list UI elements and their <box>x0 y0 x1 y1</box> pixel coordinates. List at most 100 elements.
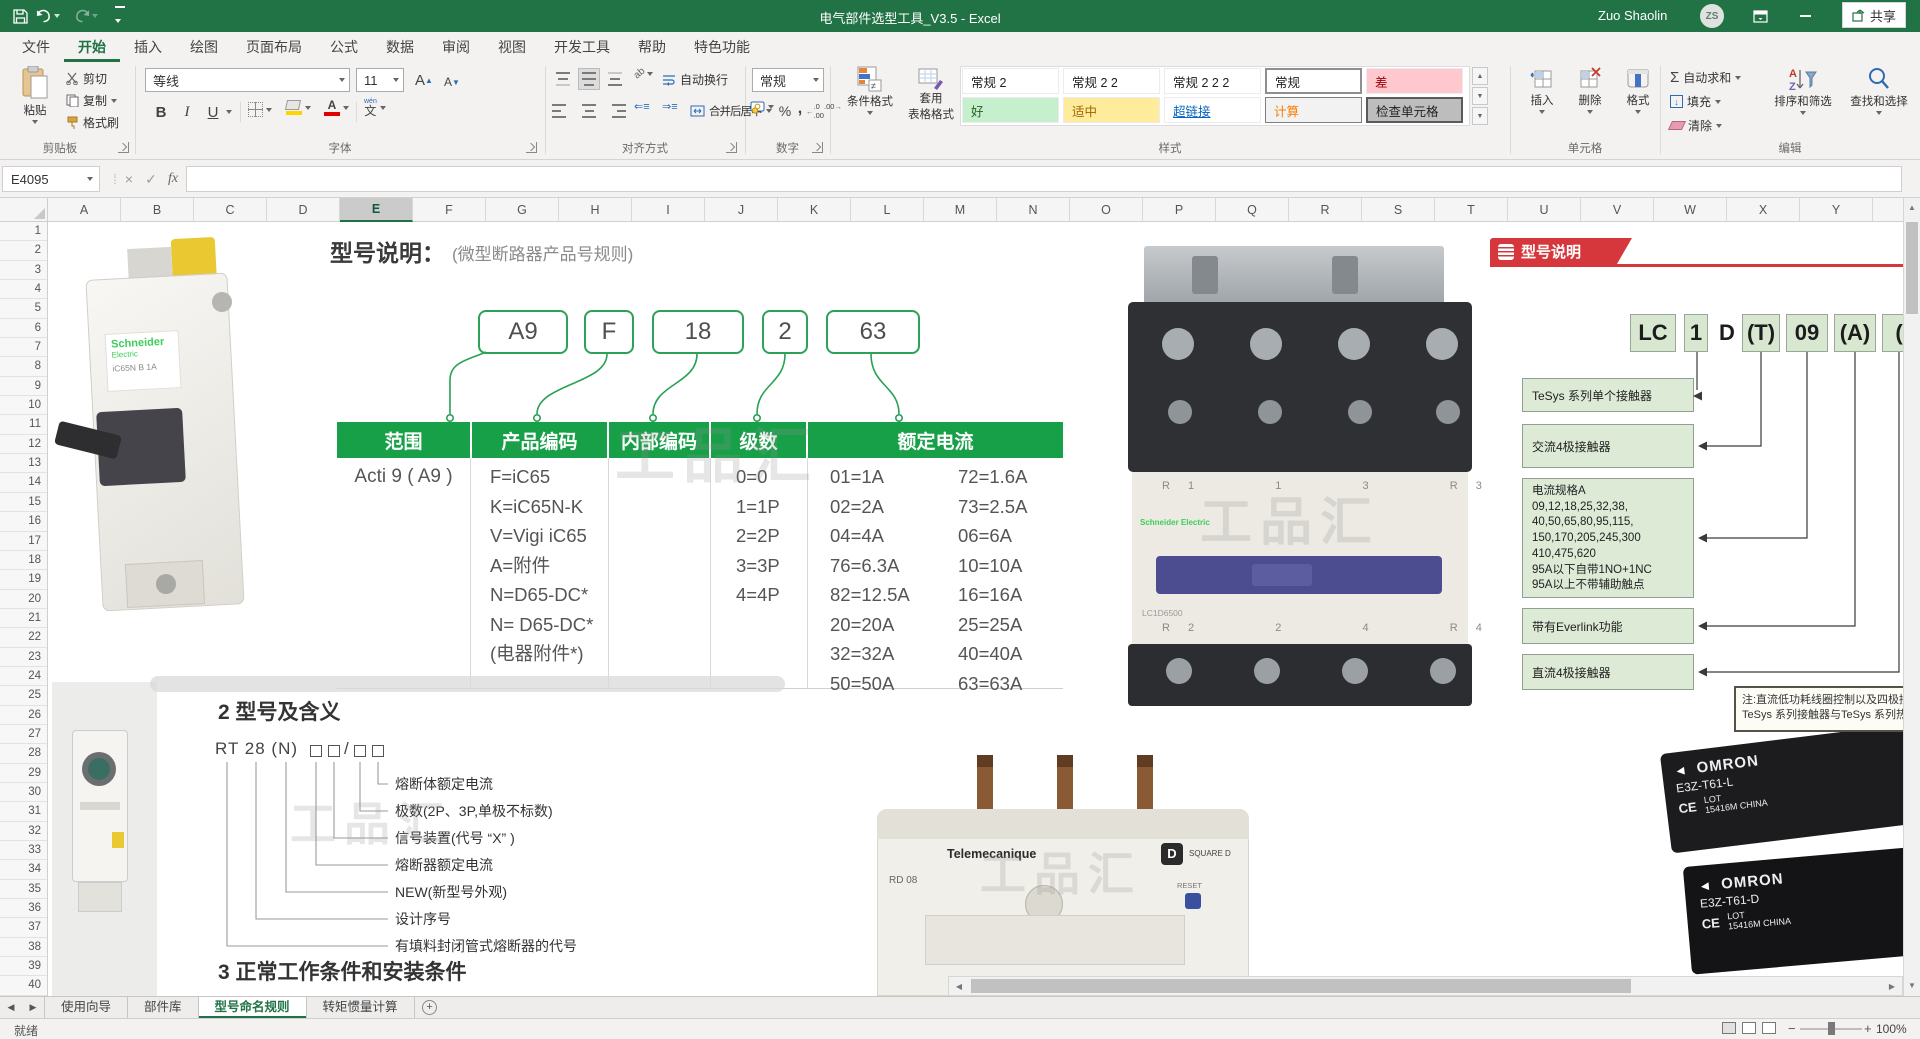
align-right-button[interactable] <box>604 100 626 122</box>
row-header[interactable]: 7 <box>0 338 47 357</box>
cut-button[interactable]: 剪切 <box>66 70 107 87</box>
cell-style-normal2[interactable]: 常规 2 <box>962 68 1059 94</box>
column-header[interactable]: A <box>48 198 121 222</box>
sheet-tab[interactable]: 型号命名规则 <box>199 997 307 1018</box>
row-header[interactable]: 40 <box>0 976 47 995</box>
alignment-dialog-launcher[interactable] <box>726 142 737 153</box>
normal-view-icon[interactable] <box>1722 1022 1736 1034</box>
select-all-corner[interactable] <box>0 198 48 222</box>
column-header[interactable]: C <box>194 198 267 222</box>
sheet-tab[interactable]: 使用向导 <box>45 997 128 1018</box>
row-header[interactable]: 33 <box>0 841 47 860</box>
formula-input[interactable] <box>186 166 1902 192</box>
scroll-left-icon[interactable]: ◀ <box>949 977 969 995</box>
decrease-indent-button[interactable]: ⇐≡ <box>634 100 650 113</box>
cell-style-normal22[interactable]: 常规 2 2 <box>1063 68 1160 94</box>
row-header[interactable]: 8 <box>0 357 47 376</box>
number-dialog-launcher[interactable] <box>812 142 823 153</box>
row-header[interactable]: 9 <box>0 377 47 396</box>
row-header[interactable]: 35 <box>0 880 47 899</box>
row-header[interactable]: 24 <box>0 667 47 686</box>
scroll-right-icon[interactable]: ▶ <box>1882 977 1902 995</box>
zoom-out-button[interactable]: − <box>1788 1021 1796 1036</box>
zoom-in-button[interactable]: + <box>1864 1021 1872 1036</box>
name-box[interactable]: E4095 <box>2 166 100 192</box>
font-family-select[interactable]: 等线 <box>145 68 350 92</box>
paste-button[interactable]: 粘贴 <box>10 66 60 124</box>
column-header[interactable]: Z <box>1873 198 1903 222</box>
row-header[interactable]: 30 <box>0 783 47 802</box>
row-header[interactable]: 32 <box>0 822 47 841</box>
row-header[interactable]: 38 <box>0 938 47 957</box>
cell-style-normal[interactable]: 常规 <box>1265 68 1362 94</box>
column-header[interactable]: U <box>1508 198 1581 222</box>
column-header[interactable]: L <box>851 198 924 222</box>
borders-button[interactable] <box>248 102 272 117</box>
cell-style-neutral[interactable]: 适中 <box>1063 97 1160 123</box>
vertical-scrollbar[interactable]: ▲ ▼ <box>1903 198 1920 996</box>
vertical-scroll-thumb[interactable] <box>1906 222 1918 314</box>
customize-toolbar-icon[interactable] <box>108 5 132 27</box>
sheet-nav-right-icon[interactable]: ▶ <box>22 997 44 1018</box>
row-header[interactable]: 31 <box>0 802 47 821</box>
increase-indent-button[interactable]: ⇒≡ <box>662 100 678 113</box>
column-header[interactable]: F <box>413 198 486 222</box>
phonetic-guide-button[interactable]: wén文 <box>364 98 386 118</box>
minimize-button[interactable] <box>1783 0 1828 32</box>
copy-button[interactable]: 复制 <box>66 92 117 109</box>
gallery-scroll-down[interactable]: ▼ <box>1472 87 1488 105</box>
accounting-format-button[interactable] <box>750 100 774 114</box>
row-header[interactable]: 19 <box>0 570 47 589</box>
row-header[interactable]: 28 <box>0 744 47 763</box>
cell-style-checkcell[interactable]: 检查单元格 <box>1366 97 1463 123</box>
cell-style-good[interactable]: 好 <box>962 97 1059 123</box>
cell-style-calculation[interactable]: 计算 <box>1265 97 1362 123</box>
ribbon-tab[interactable]: 开发工具 <box>540 32 624 62</box>
row-header[interactable]: 12 <box>0 435 47 454</box>
delete-cells-button[interactable]: 删除 <box>1568 66 1612 114</box>
column-header[interactable]: H <box>559 198 632 222</box>
row-header[interactable]: 22 <box>0 628 47 647</box>
row-header[interactable]: 21 <box>0 609 47 628</box>
underline-button[interactable]: U <box>202 100 224 124</box>
italic-button[interactable]: I <box>176 100 198 124</box>
enter-icon[interactable]: ✓ <box>140 166 162 192</box>
ribbon-display-options-icon[interactable] <box>1738 0 1783 32</box>
row-header[interactable]: 23 <box>0 648 47 667</box>
row-header[interactable]: 39 <box>0 957 47 976</box>
row-header[interactable]: 18 <box>0 551 47 570</box>
insert-function-icon[interactable]: fx <box>162 166 184 192</box>
column-header[interactable]: X <box>1727 198 1800 222</box>
format-cells-button[interactable]: 格式 <box>1616 66 1660 114</box>
ribbon-tab[interactable]: 页面布局 <box>232 32 316 62</box>
wrap-text-button[interactable]: 自动换行 <box>662 71 728 88</box>
row-header[interactable]: 1 <box>0 222 47 241</box>
increase-decimal-button[interactable]: ←.0.00 <box>806 102 824 120</box>
sheet-nav-left-icon[interactable]: ◀ <box>0 997 22 1018</box>
align-top-button[interactable] <box>552 68 574 90</box>
format-painter-button[interactable]: 格式刷 <box>66 114 119 131</box>
column-header[interactable]: V <box>1581 198 1654 222</box>
ribbon-tab[interactable]: 特色功能 <box>680 32 764 62</box>
column-header[interactable]: K <box>778 198 851 222</box>
scroll-up-icon[interactable]: ▲ <box>1902 198 1920 216</box>
column-header[interactable]: P <box>1143 198 1216 222</box>
gallery-more[interactable]: ▼ <box>1472 107 1488 125</box>
row-header[interactable]: 13 <box>0 454 47 473</box>
column-header[interactable]: S <box>1362 198 1435 222</box>
comma-button[interactable]: , <box>794 98 806 120</box>
row-header[interactable]: 36 <box>0 899 47 918</box>
column-header[interactable]: D <box>267 198 340 222</box>
column-header[interactable]: M <box>924 198 997 222</box>
row-header[interactable]: 14 <box>0 473 47 492</box>
undo-icon[interactable] <box>36 5 60 27</box>
column-header[interactable]: W <box>1654 198 1727 222</box>
horizontal-scrollbar[interactable]: ◀ ▶ <box>948 976 1903 996</box>
fill-color-button[interactable] <box>286 100 311 115</box>
cell-style-hyperlink[interactable]: 超链接 <box>1164 97 1261 123</box>
row-header[interactable]: 16 <box>0 512 47 531</box>
row-header[interactable]: 26 <box>0 706 47 725</box>
user-name[interactable]: Zuo Shaolin <box>1598 8 1667 23</box>
ribbon-tab[interactable]: 开始 <box>64 32 120 62</box>
row-header[interactable]: 10 <box>0 396 47 415</box>
